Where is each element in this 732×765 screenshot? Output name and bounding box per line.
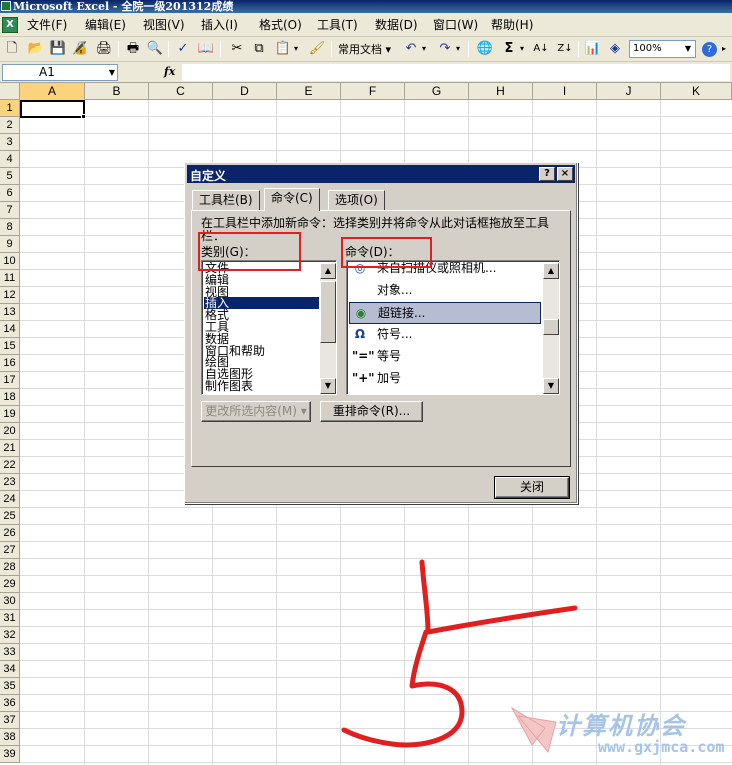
watermark-text: 计算机协会	[556, 712, 686, 740]
handwritten-annotation: 5	[0, 0, 578, 754]
handwritten-five-stroke	[341, 559, 578, 748]
watermark-url: www.gxjmca.com	[598, 738, 725, 756]
tab-commands[interactable]: 命令(C)	[264, 188, 320, 211]
watermark-logo	[510, 706, 557, 754]
handwritten-annotation-text: 5	[0, 0, 1, 1]
